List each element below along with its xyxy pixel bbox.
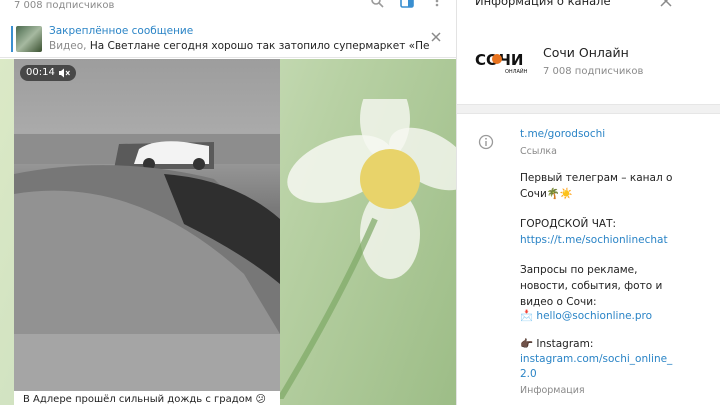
video-player[interactable]: 00:14: [14, 59, 280, 391]
instagram-label: 👉🏿 Instagram:: [520, 338, 594, 350]
message-bubble[interactable]: 00:14 В Адлере прошёл сильный дождь с гр…: [14, 59, 280, 405]
pinned-content: На Светлане сегодня хорошо так затопило …: [89, 40, 429, 52]
close-icon[interactable]: [659, 0, 673, 8]
daisy-decoration: [280, 99, 456, 399]
search-icon[interactable]: [370, 0, 384, 8]
message-caption: В Адлере прошёл сильный дождь с градом 😕: [23, 394, 266, 405]
link-label: Ссылка: [520, 146, 557, 157]
pinned-title: Закреплённое сообщение: [49, 25, 194, 37]
pinned-text: Видео, На Светлане сегодня хорошо так за…: [49, 40, 429, 52]
channel-name: Сочи Онлайн: [543, 45, 629, 60]
sidebar-toggle-icon[interactable]: [400, 0, 414, 8]
chat-background: 00:14 В Адлере прошёл сильный дождь с гр…: [0, 59, 456, 405]
instagram-link-cont[interactable]: 2.0: [520, 366, 537, 382]
info-label: Информация: [520, 385, 585, 396]
mute-icon[interactable]: [58, 68, 70, 78]
video-thumbnail: [14, 134, 280, 391]
pinned-thumbnail: [16, 26, 42, 52]
section-divider: [457, 104, 720, 114]
close-icon[interactable]: [428, 29, 444, 45]
video-time: 00:14: [26, 67, 55, 78]
description-line-2: Сочи🌴☀️: [520, 188, 573, 200]
channel-link[interactable]: t.me/gorodsochi: [520, 126, 605, 142]
info-icon: [478, 134, 494, 150]
telegram-window: 7 008 подписчиков Закреплённое сообщение…: [0, 0, 720, 405]
panel-title: Информация о канале: [475, 0, 611, 8]
description-line-1: Первый телеграм – канал о: [520, 172, 673, 184]
instagram-link[interactable]: instagram.com/sochi_online_: [520, 351, 672, 367]
channel-subscribers: 7 008 подписчиков: [543, 66, 644, 77]
chat-subscribers: 7 008 подписчиков: [14, 0, 115, 11]
chat-link[interactable]: https://t.me/sochionlinechat: [520, 232, 668, 248]
daisy-petal-decoration: [0, 59, 10, 169]
channel-logo: СОЧИ ОНЛАЙН: [475, 51, 528, 75]
video-duration-badge: 00:14: [20, 65, 76, 81]
ads-line-1: Запросы по рекламе,: [520, 264, 638, 276]
chat-label: ГОРОДСКОЙ ЧАТ:: [520, 218, 617, 230]
pinned-accent-bar: [11, 26, 13, 52]
pinned-message-bar[interactable]: Закреплённое сообщение Видео, На Светлан…: [0, 22, 456, 58]
email-link[interactable]: 📩 hello@sochionline.pro: [520, 308, 652, 324]
pinned-type: Видео,: [49, 40, 87, 52]
more-menu-icon[interactable]: [430, 0, 444, 8]
channel-info-panel: Информация о канале СОЧИ ОНЛАЙН Сочи Онл…: [456, 0, 720, 405]
chat-area: 7 008 подписчиков Закреплённое сообщение…: [0, 0, 456, 405]
logo-subtext: ОНЛАЙН: [505, 68, 528, 75]
ads-line-2: новости, события, фото и: [520, 280, 663, 292]
